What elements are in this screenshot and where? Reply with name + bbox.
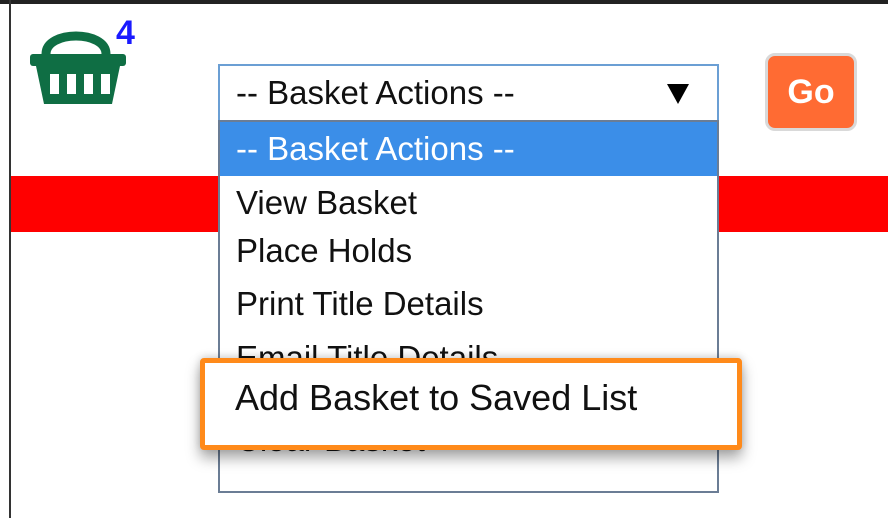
dropdown-arrow-icon[interactable] — [667, 84, 689, 104]
option-place-holds[interactable]: Place Holds — [220, 224, 717, 278]
go-button[interactable]: Go — [765, 53, 857, 131]
option-email-title-details[interactable]: Email Title Details — [220, 330, 717, 360]
option-basket-actions[interactable]: -- Basket Actions -- — [220, 122, 717, 176]
option-print-title-details[interactable]: Print Title Details — [220, 277, 717, 331]
option-add-basket-to-saved-list[interactable]: Add Basket to Saved List — [235, 377, 637, 419]
left-border — [9, 0, 11, 518]
basket-actions-select[interactable]: -- Basket Actions -- — [218, 64, 719, 122]
highlighted-option-callout[interactable]: Add Basket to Saved List — [200, 358, 742, 450]
top-border — [0, 0, 888, 4]
select-current-value: -- Basket Actions -- — [236, 74, 515, 111]
basket-count-badge: 4 — [116, 14, 135, 52]
option-view-basket[interactable]: View Basket — [220, 176, 717, 230]
